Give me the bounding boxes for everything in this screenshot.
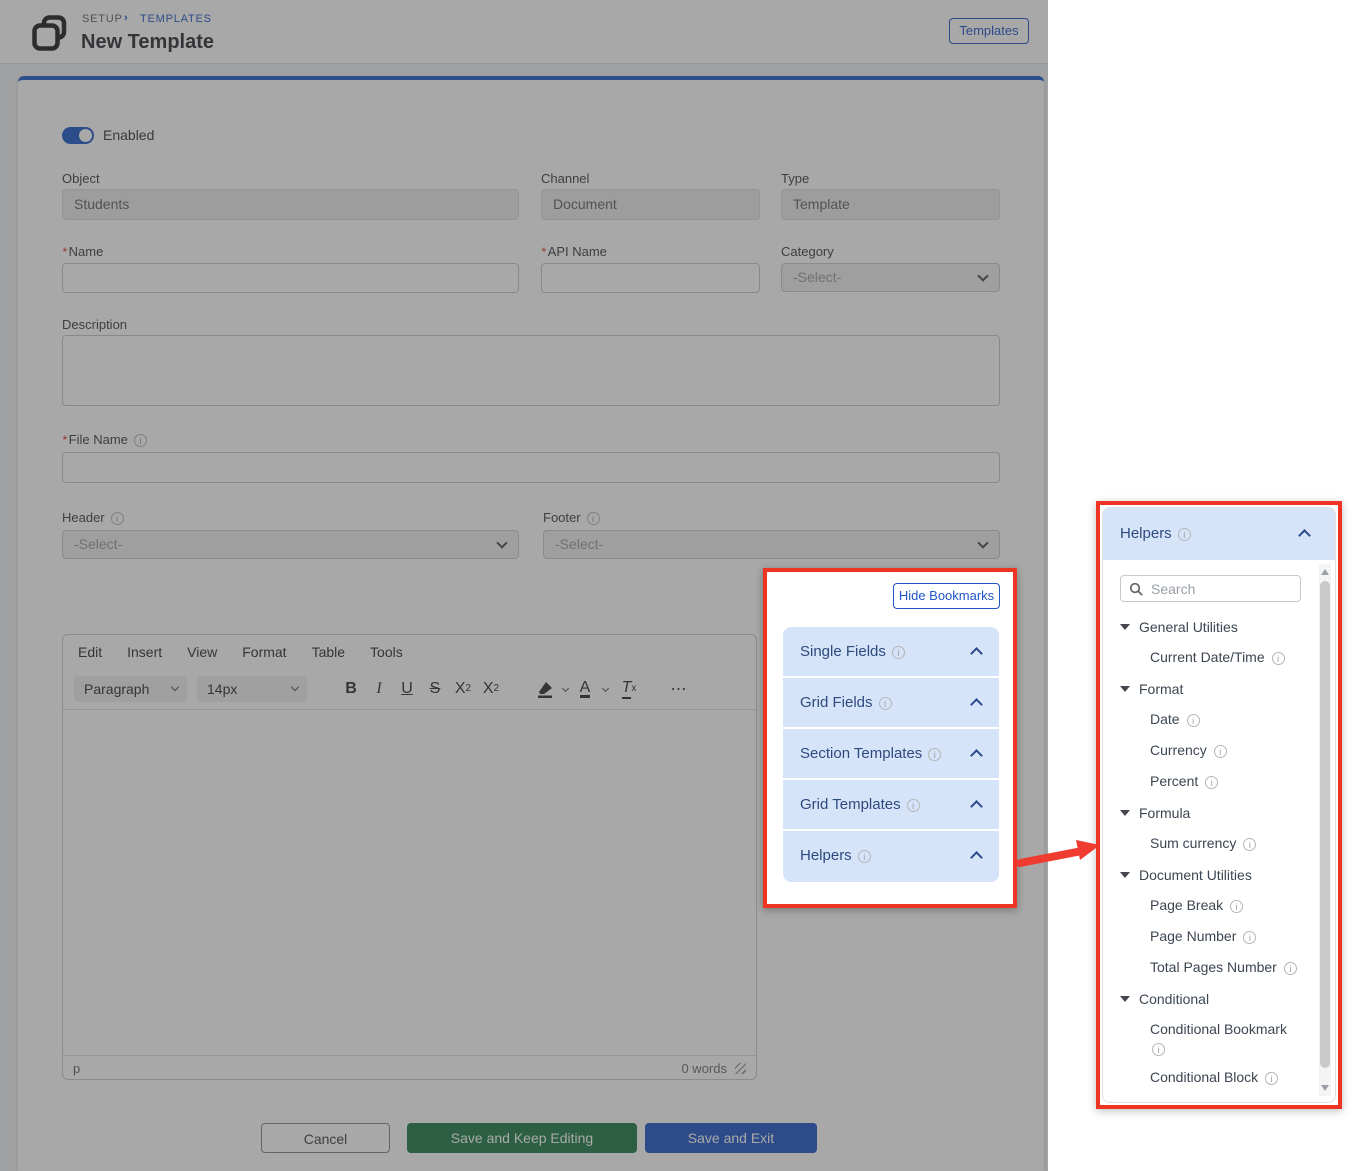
helper-total-pages-number[interactable]: Total Pages Numberi [1150, 958, 1302, 977]
section-section-templates[interactable]: Section Templatesi [783, 729, 999, 780]
chevron-up-icon [970, 698, 983, 711]
info-icon: i [879, 697, 892, 710]
info-icon: i [928, 748, 941, 761]
helpers-panel-body: General Utilities Current Date/Timei For… [1103, 560, 1335, 1103]
chevron-up-icon [970, 749, 983, 762]
helper-conditional-block[interactable]: Conditional Blocki [1150, 1068, 1302, 1087]
info-icon: i [1205, 776, 1218, 789]
scroll-down-icon[interactable] [1321, 1085, 1329, 1091]
info-icon: i [1284, 962, 1297, 975]
caret-down-icon [1120, 624, 1130, 630]
info-icon: i [1152, 1043, 1165, 1056]
group-formula[interactable]: Formula [1120, 803, 1305, 823]
info-icon: i [1265, 1072, 1278, 1085]
hide-bookmarks-button[interactable]: Hide Bookmarks [893, 583, 1000, 609]
info-icon: i [1243, 931, 1256, 944]
info-icon: i [858, 850, 871, 863]
info-icon: i [1272, 652, 1285, 665]
info-icon: i [1230, 900, 1243, 913]
caret-down-icon [1120, 872, 1130, 878]
helper-sum-currency[interactable]: Sum currencyi [1150, 834, 1302, 853]
helper-currency[interactable]: Currencyi [1150, 741, 1302, 760]
helper-date[interactable]: Datei [1150, 710, 1302, 729]
screen: SETUP › TEMPLATES New Template Templates… [0, 0, 1368, 1171]
helpers-search [1120, 575, 1301, 602]
annotation-arrow [1008, 830, 1108, 875]
group-conditional[interactable]: Conditional [1120, 989, 1305, 1009]
helpers-annotation-frame: Helpersi General Utilities Current Date/… [1096, 501, 1342, 1109]
helper-page-break[interactable]: Page Breaki [1150, 896, 1302, 915]
section-grid-fields[interactable]: Grid Fieldsi [783, 678, 999, 729]
caret-down-icon [1120, 810, 1130, 816]
search-input[interactable] [1151, 576, 1296, 601]
helper-conditional-bookmark[interactable]: Conditional Bookmarki [1150, 1020, 1302, 1056]
scroll-up-icon[interactable] [1321, 569, 1329, 575]
helpers-panel: Helpersi General Utilities Current Date/… [1102, 507, 1336, 1103]
info-icon: i [1243, 838, 1256, 851]
info-icon: i [892, 646, 905, 659]
caret-down-icon [1120, 686, 1130, 692]
chevron-up-icon [970, 647, 983, 660]
chevron-up-icon [970, 800, 983, 813]
search-icon [1129, 582, 1144, 597]
bookmarks-accordion: Single Fieldsi Grid Fieldsi Section Temp… [783, 627, 999, 882]
helper-page-number[interactable]: Page Numberi [1150, 927, 1302, 946]
panel-scrollbar[interactable] [1319, 564, 1331, 1096]
info-icon: i [1187, 714, 1200, 727]
info-icon: i [907, 799, 920, 812]
section-helpers[interactable]: Helpersi [783, 831, 999, 882]
section-grid-templates[interactable]: Grid Templatesi [783, 780, 999, 831]
caret-down-icon [1120, 996, 1130, 1002]
helpers-panel-header[interactable]: Helpersi [1103, 508, 1335, 560]
chevron-up-icon [970, 851, 983, 864]
helper-percent[interactable]: Percenti [1150, 772, 1302, 791]
group-format[interactable]: Format [1120, 679, 1305, 699]
section-single-fields[interactable]: Single Fieldsi [783, 627, 999, 678]
helper-current-datetime[interactable]: Current Date/Timei [1150, 648, 1302, 667]
group-document-utilities[interactable]: Document Utilities [1120, 865, 1305, 885]
info-icon: i [1214, 745, 1227, 758]
scrollbar-thumb[interactable] [1320, 581, 1330, 1068]
info-icon: i [1178, 528, 1191, 541]
group-general-utilities[interactable]: General Utilities [1120, 617, 1305, 637]
chevron-up-icon [1298, 529, 1311, 542]
